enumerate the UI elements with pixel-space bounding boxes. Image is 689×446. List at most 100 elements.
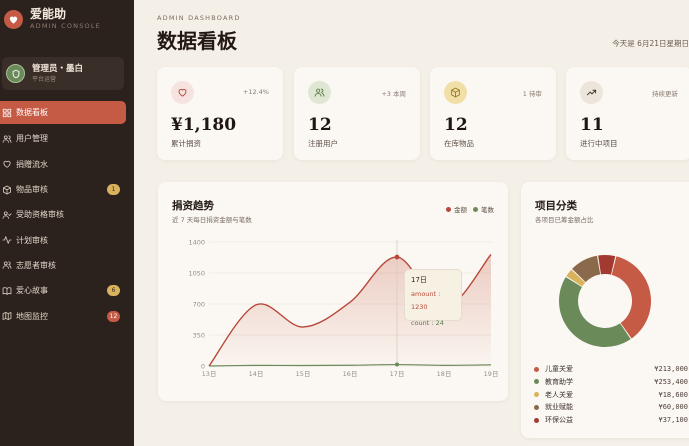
chart-tooltip: 17日 amount : 1230 count : 24 — [404, 269, 462, 327]
category-value: ¥213,000 — [654, 365, 688, 373]
donut-slice-1[interactable] — [559, 277, 631, 347]
category-title: 项目分类 — [535, 200, 577, 212]
stat-card-2[interactable]: 1 待审 12 在库物品 — [430, 67, 556, 160]
category-label: 就业赋能 — [545, 403, 573, 412]
amount-highlight-point — [394, 254, 400, 260]
sidebar-item-5[interactable]: 计划审核 — [0, 227, 134, 252]
heart-logo-icon — [4, 9, 23, 29]
category-label: 老人关爱 — [545, 390, 573, 399]
grid-icon — [2, 108, 12, 118]
profile-card[interactable]: 管理员・墨白 平台运营 — [2, 57, 124, 90]
stat-trend: +3 本周 — [381, 90, 406, 98]
tooltip-title: 17日 — [411, 276, 427, 284]
book-icon — [2, 286, 12, 296]
y-tick-label: 700 — [193, 301, 205, 309]
category-label: 环保公益 — [545, 416, 573, 425]
category-row[interactable]: 环保公益 ¥37,100 — [534, 414, 688, 426]
map-icon — [2, 311, 12, 321]
y-tick-label: 1400 — [188, 239, 205, 247]
x-tick-label: 15日 — [296, 370, 311, 378]
trend-icon — [580, 81, 603, 104]
y-tick-label: 350 — [193, 332, 205, 340]
category-value: ¥18,600 — [658, 390, 688, 399]
x-tick-label: 18日 — [437, 370, 452, 378]
brand-subtitle: ADMIN CONSOLE — [30, 22, 101, 30]
category-dot — [534, 404, 539, 410]
stat-label: 累计捐资 — [171, 139, 201, 148]
sidebar-item-label: 地图监控 — [16, 311, 48, 321]
user-check-icon — [2, 210, 12, 220]
x-tick-label: 14日 — [249, 370, 264, 378]
sidebar-item-label: 用户管理 — [16, 134, 48, 144]
profile-name: 管理员・墨白 — [32, 63, 84, 74]
nav-badge: 6 — [107, 285, 120, 297]
stat-card-1[interactable]: +3 本周 12 注册用户 — [294, 67, 420, 160]
category-label: 教育助学 — [545, 377, 573, 386]
users-icon — [308, 81, 331, 104]
box-icon — [444, 81, 467, 104]
category-dot — [534, 366, 539, 372]
sidebar-item-0[interactable]: 数据看板 — [0, 101, 126, 124]
category-label: 儿童关爱 — [545, 365, 573, 373]
trend-chart-panel: 捐资趋势 近 7 天每日捐资金额与笔数 金额 笔数 0 350 700 1050 140… — [158, 182, 508, 401]
category-dot — [534, 392, 539, 398]
category-row[interactable]: 儿童关爱 ¥213,000 — [534, 363, 688, 375]
sidebar-item-4[interactable]: 受助资格审核 — [0, 202, 134, 227]
sidebar-item-2[interactable]: 捐赠流水 — [0, 152, 134, 177]
y-tick-label: 1050 — [188, 270, 205, 278]
sidebar-item-1[interactable]: 用户管理 — [0, 126, 134, 151]
brand[interactable]: 爱能助 ADMIN CONSOLE — [4, 7, 101, 31]
stat-trend: 持续更新 — [652, 90, 678, 98]
sidebar-item-label: 爱心故事 — [16, 286, 48, 296]
box-icon — [2, 185, 12, 195]
x-tick-label: 13日 — [202, 370, 217, 378]
x-tick-label: 19日 — [484, 370, 499, 378]
pulse-icon — [2, 235, 12, 245]
stat-value: 12 — [308, 115, 332, 135]
heart-icon — [171, 81, 194, 104]
x-tick-label: 17日 — [390, 370, 405, 378]
sidebar: 爱能助 ADMIN CONSOLE 管理员・墨白 平台运营 数据看板用户管理捐赠… — [0, 0, 134, 446]
stat-trend: 1 待审 — [522, 90, 542, 98]
category-row[interactable]: 老人关爱 ¥18,600 — [534, 389, 688, 401]
sidebar-item-label: 计划审核 — [16, 235, 48, 245]
profile-role: 平台运营 — [32, 75, 57, 83]
users-icon — [2, 134, 12, 144]
shield-avatar-icon — [6, 64, 25, 83]
stat-label: 进行中项目 — [580, 139, 618, 148]
tooltip-amount: amount : 1230 — [411, 290, 441, 311]
users-icon — [2, 260, 12, 270]
brand-name: 爱能助 — [30, 7, 67, 21]
sidebar-item-8[interactable]: 地图监控 12 — [0, 303, 134, 328]
category-row[interactable]: 教育助学 ¥253,400 — [534, 376, 688, 388]
stat-label: 注册用户 — [308, 139, 338, 148]
stat-trend: +12.4% — [242, 88, 269, 96]
stat-card-3[interactable]: 持续更新 11 进行中项目 — [566, 67, 689, 160]
heart-icon — [2, 159, 12, 169]
category-value: ¥253,400 — [654, 377, 688, 386]
sidebar-nav: 数据看板用户管理捐赠流水物品审核 1 受助资格审核 计划审核志愿者审核爱心故事 6 地图监… — [0, 101, 134, 329]
x-tick-label: 16日 — [343, 370, 358, 378]
sidebar-item-label: 志愿者审核 — [16, 260, 56, 270]
sidebar-item-label: 数据看板 — [16, 108, 48, 117]
stat-value: 12 — [444, 115, 468, 135]
nav-badge: 12 — [107, 310, 120, 322]
sidebar-item-7[interactable]: 爱心故事 6 — [0, 278, 134, 303]
header-eyebrow: ADMIN DASHBOARD — [157, 14, 241, 22]
stat-card-0[interactable]: +12.4% ¥1,180 累计捐资 — [157, 67, 283, 160]
sidebar-item-label: 捐赠流水 — [16, 159, 48, 169]
category-row[interactable]: 就业赋能 ¥60,000 — [534, 401, 688, 413]
stat-value: ¥1,180 — [171, 115, 237, 135]
category-value: ¥37,100 — [658, 416, 688, 425]
stat-value: 11 — [580, 115, 604, 135]
tooltip-count: count : 24 — [411, 319, 444, 327]
date-text: 今天是 6月21日星期日 — [612, 39, 689, 48]
sidebar-item-label: 受助资格审核 — [16, 210, 64, 220]
page-title: 数据看板 — [157, 29, 237, 53]
category-panel: 项目分类 各项目已筹金额占比 儿童关爱 ¥213,000 教育助学 ¥253,400 老… — [521, 182, 689, 438]
sidebar-item-label: 物品审核 — [16, 185, 48, 195]
sidebar-item-3[interactable]: 物品审核 1 — [0, 177, 134, 202]
category-dot — [534, 417, 539, 423]
nav-badge: 1 — [107, 184, 120, 196]
sidebar-item-6[interactable]: 志愿者审核 — [0, 253, 134, 278]
